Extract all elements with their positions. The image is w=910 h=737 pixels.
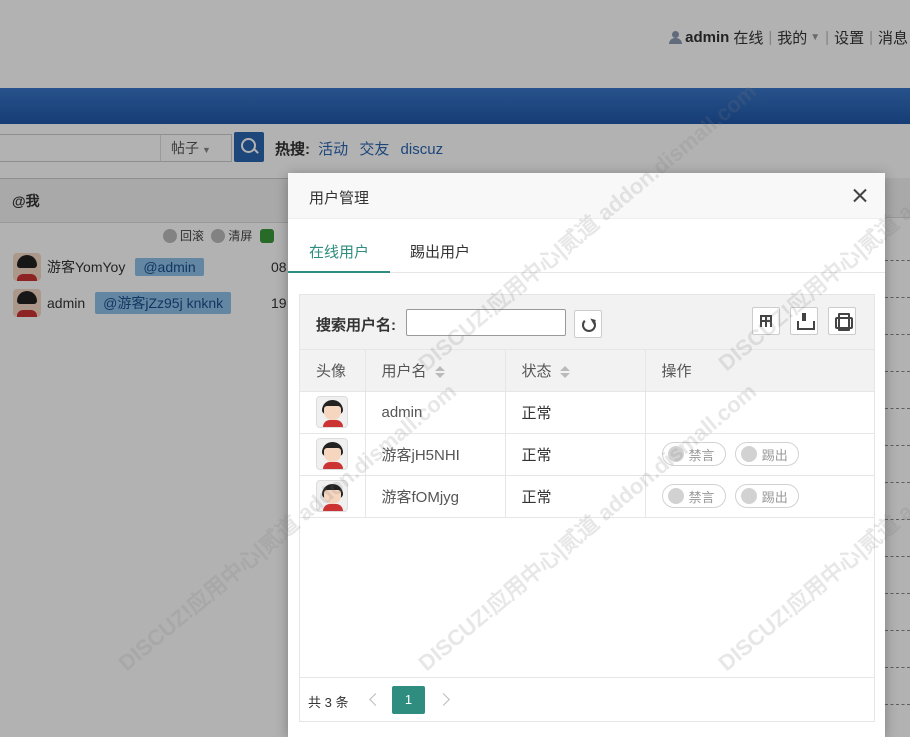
cell-actions: 禁言 踢出 [645, 433, 874, 476]
chevron-left-icon[interactable] [368, 691, 378, 707]
kick-toggle[interactable]: 踢出 [734, 484, 799, 508]
sort-icon[interactable] [434, 365, 445, 379]
cell-username: 游客jH5NHI [365, 433, 506, 476]
pagination: 共 3 条 1 [300, 677, 874, 721]
page-current[interactable]: 1 [392, 686, 425, 714]
column-header-username[interactable]: 用户名 [365, 350, 506, 392]
user-management-dialog: 用户管理 在线用户 踢出用户 搜索用户名: 头像 用户名 状态 操作 admin… [288, 173, 885, 737]
avatar [316, 480, 348, 512]
active-tab-indicator [288, 271, 390, 273]
user-table: 头像 用户名 状态 操作 admin 正常 游客jH5NHI 正常 禁言 踢出 … [300, 350, 874, 518]
print-icon[interactable] [828, 307, 856, 335]
table-row: admin 正常 [300, 391, 874, 434]
dialog-title: 用户管理 [309, 190, 370, 207]
tab-kicked-users[interactable]: 踢出用户 [410, 241, 470, 262]
cell-actions [645, 391, 874, 434]
refresh-icon[interactable] [574, 310, 602, 338]
toggle-knob [667, 488, 684, 504]
column-header-status[interactable]: 状态 [505, 350, 646, 392]
cell-status: 正常 [505, 475, 646, 518]
kick-toggle[interactable]: 踢出 [734, 442, 799, 466]
table-row: 游客fOMjyg 正常 禁言 踢出 [300, 475, 874, 518]
column-header-actions: 操作 [645, 350, 874, 392]
toggle-knob [667, 446, 684, 462]
tab-online-users[interactable]: 在线用户 [309, 241, 369, 262]
total-count: 共 3 条 [308, 695, 349, 710]
table-toolbar: 搜索用户名: [300, 295, 874, 350]
toggle-knob [740, 446, 757, 462]
cell-username: admin [365, 391, 506, 434]
export-icon[interactable] [790, 307, 818, 335]
sort-icon[interactable] [559, 365, 570, 379]
cell-username: 游客fOMjyg [365, 475, 506, 518]
user-table-panel: 搜索用户名: 头像 用户名 状态 操作 admin 正常 游客jH5NHI 正常… [299, 294, 875, 722]
tab-bar: 在线用户 踢出用户 [288, 219, 885, 273]
toggle-knob [740, 488, 757, 504]
chevron-right-icon[interactable] [440, 691, 450, 707]
search-username-input[interactable] [406, 309, 566, 336]
close-icon[interactable] [853, 188, 867, 202]
columns-icon[interactable] [752, 307, 780, 335]
column-header-avatar: 头像 [300, 350, 366, 392]
avatar [316, 438, 348, 470]
cell-status: 正常 [505, 391, 646, 434]
mute-toggle[interactable]: 禁言 [661, 442, 726, 466]
cell-actions: 禁言 踢出 [645, 475, 874, 518]
table-header-row: 头像 用户名 状态 操作 [300, 350, 874, 392]
search-username-label: 搜索用户名: [316, 317, 396, 334]
table-row: 游客jH5NHI 正常 禁言 踢出 [300, 433, 874, 476]
mute-toggle[interactable]: 禁言 [661, 484, 726, 508]
avatar [316, 396, 348, 428]
cell-status: 正常 [505, 433, 646, 476]
dialog-header: 用户管理 [288, 173, 885, 219]
